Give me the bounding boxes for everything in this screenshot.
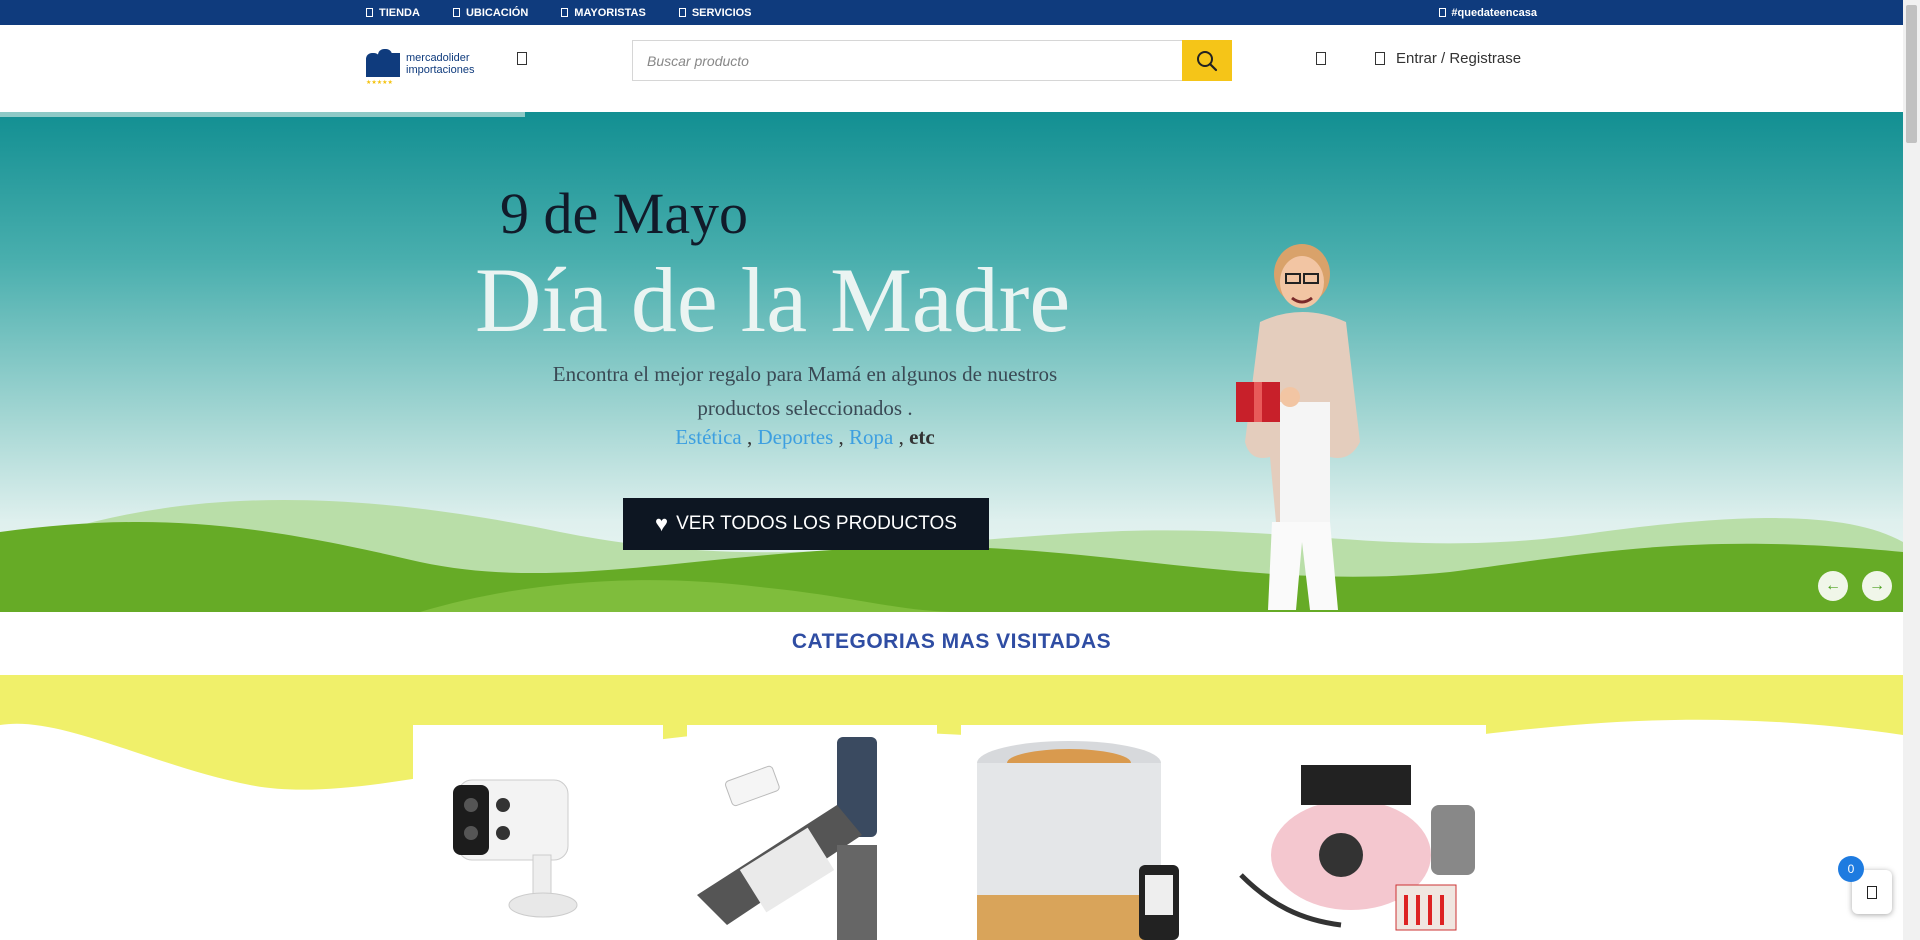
categories-title: CATEGORIAS MAS VISITADAS (791, 630, 1112, 653)
nav-tienda-label: TIENDA (379, 6, 420, 19)
user-icon (1375, 51, 1385, 65)
solar-street-light-image (697, 737, 877, 940)
hero-date: 9 de Mayo (500, 181, 749, 246)
link-deportes[interactable]: Deportes (757, 425, 833, 449)
login-label: Entrar / Registrase (1396, 49, 1522, 67)
category-card-solar-street-light[interactable] (687, 725, 937, 940)
nav-mayoristas[interactable]: MAYORISTAS (561, 7, 646, 19)
cart-count-badge: 0 (1838, 856, 1864, 882)
menu-icon[interactable] (517, 52, 527, 65)
top-bar: TIENDA UBICACIÓN MAYORISTAS SERVICIOS #q… (0, 0, 1903, 25)
wholesale-icon (561, 8, 569, 17)
yellow-wave-background (0, 675, 1903, 790)
logo-text: mercadolider importaciones (406, 52, 474, 76)
search-icon (1197, 50, 1218, 71)
floating-cart-button[interactable]: 0 (1838, 856, 1892, 914)
link-estetica[interactable]: Estética (675, 425, 741, 449)
store-icon (366, 8, 373, 17)
link-ropa[interactable]: Ropa (849, 425, 893, 449)
logo-line2: importaciones (406, 64, 475, 76)
nav-tienda[interactable]: TIENDA (366, 7, 420, 19)
prev-slide-button[interactable]: ← (1818, 571, 1848, 601)
hashtag-label: #quedateencasa (1451, 6, 1537, 19)
nav-ubicacion-label: UBICACIÓN (465, 6, 529, 19)
top-nav: TIENDA UBICACIÓN MAYORISTAS SERVICIOS (366, 0, 785, 25)
login-link[interactable]: Entrar / Registrase (1375, 48, 1521, 68)
search-bar (632, 40, 1232, 81)
hero-description: Encontra el mejor regalo para Mamá en al… (552, 362, 1058, 420)
hero-banner: 9 de Mayo Día de la Madre Encontra el me… (0, 112, 1903, 612)
logo-mark: ★★★★★ (366, 49, 402, 86)
page-scrollbar[interactable] (1903, 0, 1920, 940)
logo-line1: mercadolider (406, 52, 470, 64)
scrollbar-thumb[interactable] (1906, 5, 1917, 143)
arrow-left-icon: ← (1825, 577, 1841, 594)
nav-servicios-label: SERVICIOS (691, 6, 752, 19)
woman-with-gift-image (1236, 244, 1360, 610)
cart-icon[interactable] (1316, 52, 1326, 65)
shopping-bag-icon (1867, 885, 1877, 899)
categories-section (0, 675, 1903, 940)
etc-label: etc (909, 425, 935, 449)
view-all-products-button[interactable]: ♥ VER TODOS LOS PRODUCTOS (623, 498, 989, 550)
search-input[interactable] (632, 40, 1182, 81)
slider-progress (0, 112, 525, 117)
hero-headline: Día de la Madre (475, 249, 1071, 351)
search-button[interactable] (1182, 40, 1232, 81)
heart-icon: ♥ (655, 511, 669, 536)
aroma-diffuser-image (977, 741, 1179, 940)
nav-mayoristas-label: MAYORISTAS (574, 6, 646, 19)
home-icon (1439, 8, 1447, 17)
services-icon (678, 8, 686, 17)
site-logo[interactable]: ★★★★★ mercadolider importaciones (366, 45, 474, 86)
category-card-diffuser-nail-drill[interactable] (961, 725, 1486, 940)
cta-label: VER TODOS LOS PRODUCTOS (676, 513, 957, 534)
nav-ubicacion[interactable]: UBICACIÓN (452, 6, 529, 19)
site-header: ★★★★★ mercadolider importaciones Entrar … (0, 25, 1903, 112)
hero-category-links: Estética , Deportes , Ropa , etc (675, 425, 935, 449)
nail-drill-image (1239, 765, 1475, 931)
location-icon (452, 8, 460, 17)
hashtag-link[interactable]: #quedateencasa (1439, 0, 1537, 25)
arrow-right-icon: → (1869, 577, 1885, 594)
security-camera-image (453, 779, 578, 918)
next-slide-button[interactable]: → (1862, 571, 1892, 601)
nav-servicios[interactable]: SERVICIOS (678, 6, 752, 19)
category-card-security-camera[interactable] (413, 725, 663, 940)
